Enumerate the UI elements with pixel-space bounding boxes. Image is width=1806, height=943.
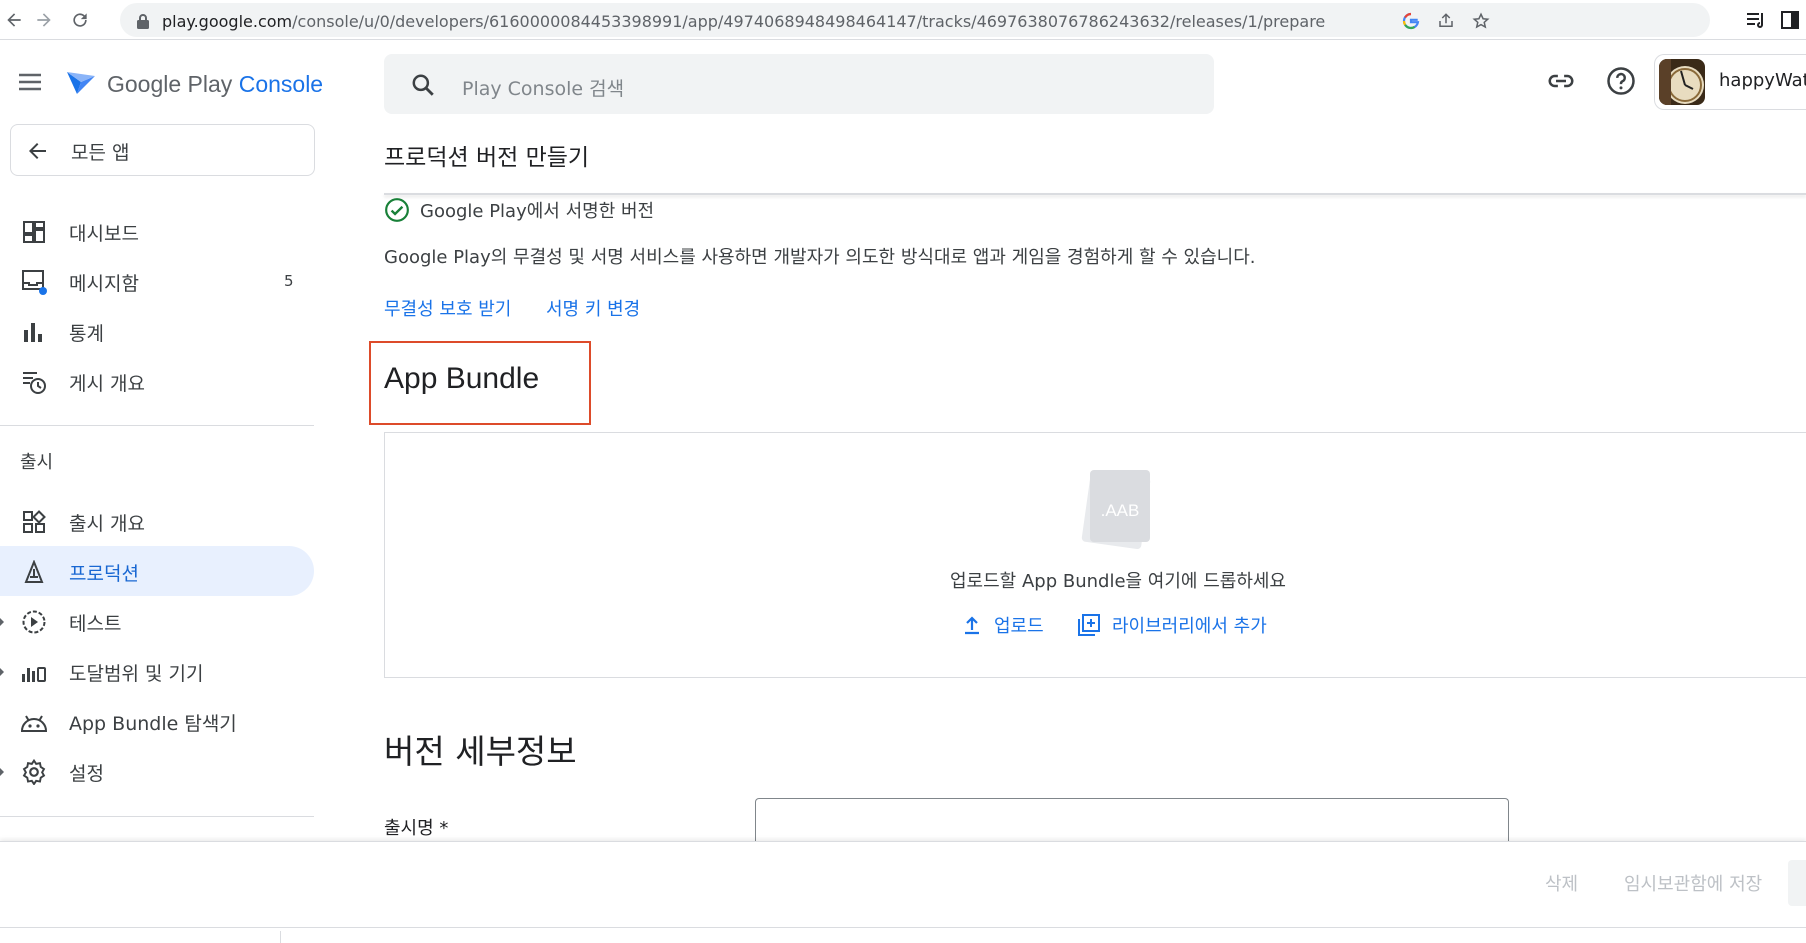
- add-from-library-label: 라이브러리에서 추가: [1112, 616, 1267, 637]
- search-placeholder: Play Console 검색: [462, 78, 625, 100]
- production-icon: [20, 558, 48, 586]
- play-console-logo[interactable]: Google Play Console: [65, 64, 323, 104]
- sidebar-item-inbox[interactable]: 메시지함 5: [0, 256, 314, 306]
- sidebar-item-label: 프로덕션: [69, 563, 139, 585]
- drop-hint: 업로드할 App Bundle을 여기에 드롭하세요: [950, 571, 1286, 592]
- logo-text: Google Play Console: [107, 71, 323, 98]
- account-switcher[interactable]: happyWatc: [1654, 54, 1806, 110]
- account-name: happyWatc: [1719, 70, 1806, 91]
- sidebar-item-reach-devices[interactable]: 도달범위 및 기기: [0, 646, 314, 696]
- reload-icon[interactable]: [66, 6, 94, 34]
- delete-button[interactable]: 삭제: [1545, 870, 1578, 896]
- signing-description: Google Play의 무결성 및 서명 서비스를 사용하면 개발자가 의도한…: [384, 247, 1256, 268]
- release-name-text: 출시명: [384, 818, 434, 839]
- google-translate-icon[interactable]: [1400, 10, 1422, 32]
- unread-count-badge: 5: [284, 272, 294, 290]
- header-divider: [384, 193, 1806, 195]
- expand-arrow-icon[interactable]: [0, 768, 4, 776]
- browser-toolbar: play.google.com/console/u/0/developers/6…: [0, 0, 1806, 40]
- upload-button[interactable]: 업로드: [962, 612, 1044, 638]
- bookmark-star-icon[interactable]: [1470, 10, 1492, 32]
- sidebar-item-production[interactable]: 프로덕션: [0, 546, 314, 596]
- sidebar-section-release: 출시: [20, 452, 54, 473]
- logo-google-play: Google Play: [107, 70, 239, 97]
- sidebar-item-statistics[interactable]: 통계: [0, 306, 314, 356]
- signing-status: Google Play에서 서명한 버전: [384, 196, 654, 224]
- sidebar-item-label: 메시지함: [69, 273, 139, 295]
- expand-arrow-icon[interactable]: [0, 618, 4, 626]
- logo-console: Console: [238, 70, 324, 97]
- change-signing-key-link[interactable]: 서명 키 변경: [546, 295, 640, 321]
- forward-arrow-icon[interactable]: [30, 6, 58, 34]
- hamburger-menu-icon[interactable]: [16, 70, 52, 98]
- sidebar-item-label: 도달범위 및 기기: [69, 663, 204, 685]
- avatar: [1659, 59, 1705, 105]
- aab-file-icon: .AAB: [1078, 464, 1158, 554]
- save-draft-button[interactable]: 임시보관함에 저장: [1624, 870, 1762, 896]
- sidebar-item-label: 설정: [69, 763, 104, 785]
- release-name-label: 출시명 *: [384, 814, 448, 840]
- signing-status-label: Google Play에서 서명한 버전: [420, 201, 655, 222]
- dashboard-icon: [20, 218, 48, 246]
- required-marker: *: [439, 818, 449, 839]
- search-input[interactable]: Play Console 검색: [384, 54, 1214, 114]
- address-bar[interactable]: play.google.com/console/u/0/developers/6…: [120, 3, 1710, 37]
- next-button[interactable]: [1788, 860, 1806, 906]
- page-title: 프로덕션 버전 만들기: [384, 145, 590, 171]
- action-bar: [0, 841, 1806, 927]
- reading-list-icon[interactable]: [1742, 6, 1770, 34]
- bar-chart-icon: [20, 318, 48, 346]
- sidebar-item-publishing-overview[interactable]: 게시 개요: [0, 356, 314, 406]
- release-details-heading: 버전 세부정보: [384, 732, 577, 771]
- aab-file-label: .AAB: [1101, 501, 1140, 520]
- sidebar-item-dashboard[interactable]: 대시보드: [0, 206, 314, 256]
- check-circle-icon: [384, 197, 410, 223]
- sidebar-divider: [0, 816, 314, 817]
- link-icon[interactable]: [1546, 66, 1580, 100]
- integrity-protection-link[interactable]: 무결성 보호 받기: [384, 295, 511, 321]
- sidebar-item-testing[interactable]: 테스트: [0, 596, 314, 646]
- upload-label: 업로드: [994, 616, 1044, 637]
- add-from-library-button[interactable]: 라이브러리에서 추가: [1078, 612, 1267, 638]
- all-apps-button[interactable]: 모든 앱: [10, 124, 315, 176]
- search-icon: [410, 72, 436, 98]
- all-apps-label: 모든 앱: [71, 142, 130, 164]
- status-strip: [0, 927, 1806, 943]
- sidebar-item-label: 출시 개요: [69, 513, 145, 535]
- share-icon[interactable]: [1435, 10, 1457, 32]
- sidebar-item-label: App Bundle 탐색기: [69, 713, 237, 735]
- sidebar-item-label: 게시 개요: [69, 373, 145, 395]
- app-bundle-heading: App Bundle: [384, 362, 540, 395]
- reach-devices-icon: [20, 658, 48, 686]
- android-icon: [20, 708, 48, 736]
- back-arrow-icon: [25, 139, 49, 163]
- publishing-overview-icon: [20, 368, 48, 396]
- sidebar-item-label: 테스트: [69, 613, 122, 635]
- release-overview-icon: [20, 508, 48, 536]
- testing-icon: [20, 608, 48, 636]
- sidebar-item-release-overview[interactable]: 출시 개요: [0, 496, 314, 546]
- upload-icon: [962, 614, 982, 636]
- url-host: play.google.com: [162, 12, 293, 31]
- expand-arrow-icon[interactable]: [0, 668, 4, 676]
- url-text: play.google.com/console/u/0/developers/6…: [162, 12, 1325, 31]
- status-divider: [280, 931, 281, 943]
- lock-icon[interactable]: [132, 10, 154, 32]
- settings-icon: [20, 758, 48, 786]
- play-console-logo-icon: [67, 72, 95, 94]
- help-icon[interactable]: [1606, 66, 1640, 100]
- sidebar-item-label: 대시보드: [69, 223, 139, 245]
- url-path: /console/u/0/developers/6160000084453398…: [292, 12, 1326, 31]
- sidebar-item-settings[interactable]: 설정: [0, 746, 314, 796]
- inbox-icon: [20, 268, 48, 296]
- sidebar-item-app-bundle-explorer[interactable]: App Bundle 탐색기: [0, 696, 314, 746]
- side-panel-icon[interactable]: [1776, 6, 1804, 34]
- back-arrow-icon[interactable]: [0, 6, 28, 34]
- sidebar-divider: [0, 425, 314, 426]
- sidebar-item-label: 통계: [69, 323, 104, 345]
- library-add-icon: [1078, 614, 1100, 636]
